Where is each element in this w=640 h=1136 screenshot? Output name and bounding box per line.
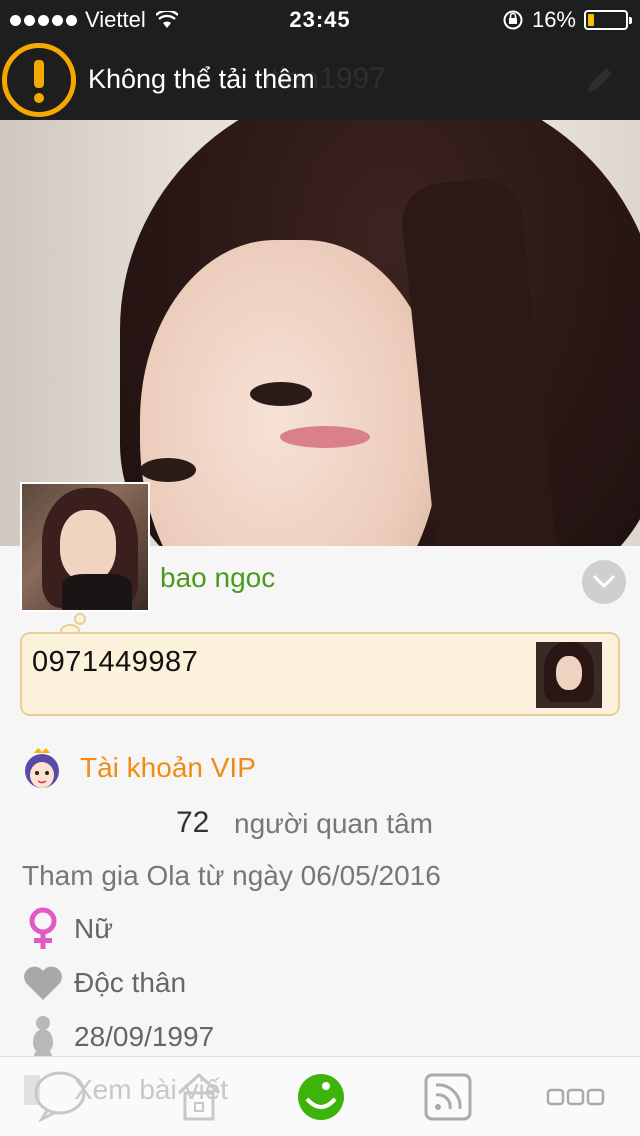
status-text: 0971449987 — [32, 646, 199, 678]
heart-icon — [22, 960, 64, 1006]
battery-fill — [588, 14, 594, 26]
status-thumbnail[interactable] — [536, 642, 602, 708]
baby-icon — [22, 1014, 64, 1060]
female-icon — [22, 906, 64, 952]
gender-row: Nữ — [22, 906, 113, 952]
birthday-row: 28/09/1997 — [22, 1014, 214, 1060]
chevron-down-icon — [592, 574, 616, 589]
followers-count: 72 — [176, 806, 210, 839]
battery-icon — [584, 10, 632, 30]
vip-avatar-icon — [25, 748, 59, 788]
feed-icon[interactable] — [424, 1069, 472, 1125]
username: bao ngoc — [160, 562, 276, 593]
followers-label[interactable]: người quan tâm — [234, 808, 433, 840]
toast-message: Không thể tải thêm — [88, 64, 315, 94]
expand-button[interactable] — [582, 560, 626, 604]
nav-bar: ntien1997 Không thể tải thêm — [0, 40, 640, 120]
view-posts-label[interactable]: Xem bài viết — [74, 1074, 228, 1106]
more-icon[interactable] — [546, 1069, 606, 1125]
gender-value: Nữ — [74, 913, 113, 944]
status-bubble[interactable]: 0971449987 — [20, 632, 620, 716]
relationship-row: Độc thân — [22, 960, 186, 1006]
edit-icon[interactable] — [582, 62, 618, 98]
smiley-icon[interactable] — [296, 1069, 346, 1125]
bubble-tail — [74, 613, 86, 625]
relationship-value: Độc thân — [74, 967, 187, 998]
rotation-lock-icon — [503, 10, 523, 30]
join-date: Tham gia Ola từ ngày 06/05/2016 — [22, 860, 441, 891]
avatar[interactable] — [20, 482, 150, 612]
warning-icon — [2, 43, 76, 117]
status-bar: Viettel 23:45 16% — [0, 0, 640, 40]
birthday-value: 28/09/1997 — [74, 1021, 215, 1052]
vip-label[interactable]: Tài khoản VIP — [80, 752, 256, 784]
battery-percent: 16% — [531, 7, 576, 32]
status-right: 16% — [502, 7, 632, 33]
